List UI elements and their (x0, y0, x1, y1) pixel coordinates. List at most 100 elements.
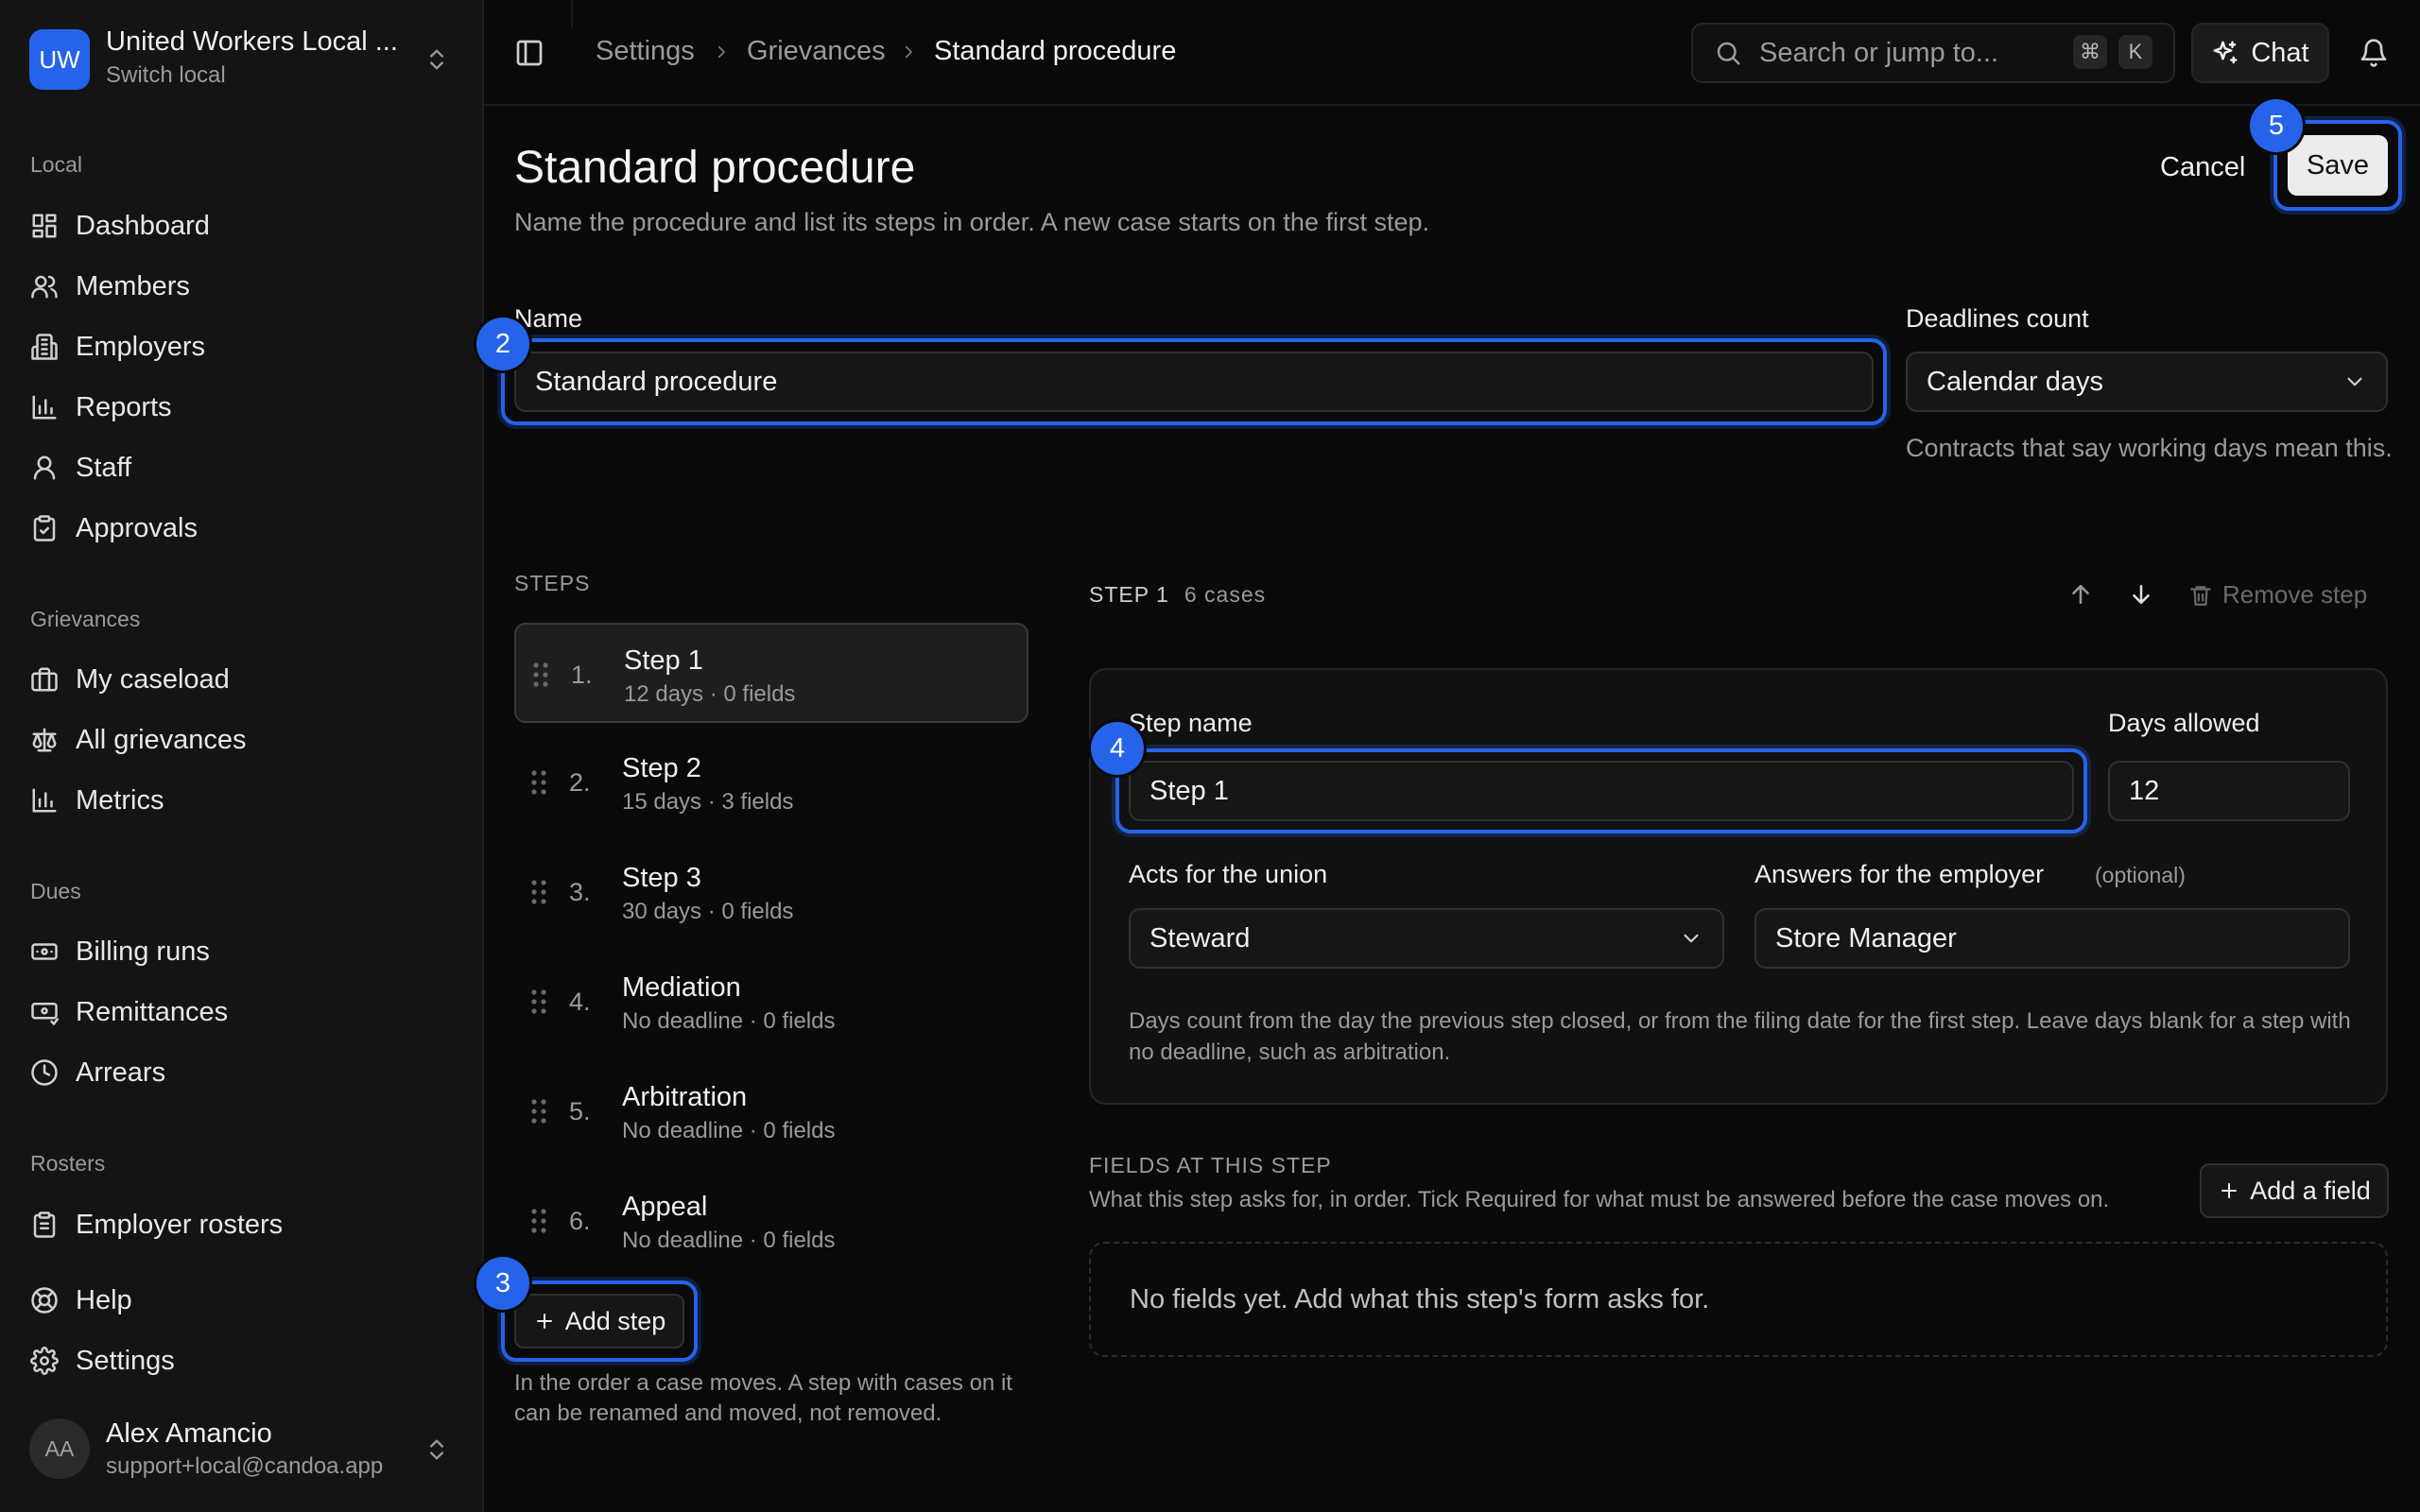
drag-handle-icon[interactable] (531, 661, 550, 689)
deadlines-hint: Contracts that say working days mean thi… (1906, 434, 2393, 462)
step-name: Arbitration (622, 1082, 748, 1112)
sidebar-item-metrics[interactable]: Metrics (30, 777, 456, 824)
sidebar-item-all-grievances[interactable]: All grievances (30, 716, 456, 764)
steps-note: In the order a case moves. A step with c… (514, 1370, 1012, 1426)
drag-handle-icon[interactable] (529, 988, 548, 1016)
acts-for-union-select[interactable]: Steward (1129, 908, 1724, 969)
sidebar-item-label: Metrics (76, 784, 164, 816)
lifebuoy-icon (30, 1286, 59, 1314)
nav-section-rosters: Rosters (30, 1151, 106, 1176)
trash-icon (2188, 582, 2213, 609)
step-detail-label: STEP 1 (1089, 582, 1169, 607)
topbar-separator (571, 0, 573, 28)
sparkles-icon (2211, 39, 2239, 67)
user-icon (30, 454, 59, 482)
move-up-icon[interactable] (2066, 580, 2095, 609)
step-number: 4. (569, 988, 591, 1016)
sidebar-item-help[interactable]: Help (30, 1277, 456, 1324)
org-name[interactable]: United Workers Local ... (106, 26, 398, 58)
bell-icon[interactable] (2359, 37, 2389, 69)
drag-handle-icon[interactable] (529, 768, 548, 797)
search-icon (1714, 39, 1742, 67)
step-meta: No deadline · 0 fields (622, 1118, 836, 1143)
step-name-label: Step name (1129, 709, 1253, 737)
acts-for-union-value: Steward (1150, 922, 1251, 954)
sidebar-item-employers[interactable]: Employers (30, 323, 456, 370)
cancel-button[interactable]: Cancel (2141, 142, 2264, 193)
sidebar-item-label: Employer rosters (76, 1209, 284, 1240)
sidebar-toggle-icon[interactable] (514, 38, 544, 68)
procedure-name-input[interactable]: Standard procedure (514, 352, 1874, 412)
step-list-item-5[interactable]: 5. Arbitration No deadline · 0 fields (514, 1061, 1028, 1161)
step-number: 3. (569, 878, 591, 906)
step-meta: 15 days · 3 fields (622, 789, 794, 815)
add-step-button[interactable]: Add step (514, 1294, 684, 1349)
step-marker-2: 2 (476, 318, 529, 370)
step-list-item-6[interactable]: 6. Appeal No deadline · 0 fields (514, 1171, 1028, 1271)
step-name: Step 1 (624, 645, 703, 676)
step-name-input[interactable]: Step 1 (1129, 761, 2074, 821)
sidebar-item-label: My caseload (76, 663, 230, 695)
page-description: Name the procedure and list its steps in… (514, 208, 1429, 236)
sidebar-item-label: Members (76, 270, 190, 301)
sidebar-item-label: Settings (76, 1345, 175, 1376)
sidebar-item-members[interactable]: Members (30, 263, 456, 310)
clock-icon (30, 1058, 59, 1087)
step-list-item-2[interactable]: 2. Step 2 15 days · 3 fields (514, 732, 1028, 833)
step-name: Mediation (622, 972, 741, 1003)
breadcrumb-settings[interactable]: Settings (596, 36, 695, 67)
drag-handle-icon[interactable] (529, 1207, 548, 1235)
org-switcher-chevrons-icon[interactable] (424, 44, 450, 75)
sidebar-item-dashboard[interactable]: Dashboard (30, 202, 456, 249)
sidebar-item-label: Employers (76, 331, 205, 362)
sidebar-item-approvals[interactable]: Approvals (30, 505, 456, 552)
fields-heading: FIELDS AT THIS STEP (1089, 1153, 1332, 1177)
user-name[interactable]: Alex Amancio (106, 1418, 272, 1450)
chat-button[interactable]: Chat (2191, 23, 2329, 83)
deadlines-value: Calendar days (1927, 366, 2103, 397)
deadlines-select[interactable]: Calendar days (1906, 352, 2388, 412)
answers-for-employer-value: Store Manager (1775, 922, 1957, 954)
answers-for-employer-input[interactable]: Store Manager (1754, 908, 2350, 969)
step-list-item-3[interactable]: 3. Step 3 30 days · 0 fields (514, 842, 1028, 942)
sidebar-item-label: Remittances (76, 996, 229, 1027)
sidebar-item-label: Help (76, 1284, 132, 1315)
step-list-item-4[interactable]: 4. Mediation No deadline · 0 fields (514, 952, 1028, 1052)
sidebar-item-my-caseload[interactable]: My caseload (30, 656, 456, 703)
fields-empty-text: No fields yet. Add what this step's form… (1130, 1283, 1710, 1314)
sidebar-item-settings[interactable]: Settings (30, 1337, 456, 1384)
add-field-button[interactable]: Add a field (2200, 1163, 2389, 1218)
step-list-item-1[interactable]: 1. Step 1 12 days · 0 fields (514, 623, 1028, 723)
user-avatar[interactable]: AA (29, 1418, 90, 1479)
sidebar-item-label: Billing runs (76, 936, 210, 967)
sidebar-item-remittances[interactable]: Remittances (30, 988, 456, 1036)
days-allowed-label: Days allowed (2108, 709, 2260, 737)
deadlines-label: Deadlines count (1906, 304, 2089, 333)
step-name: Appeal (622, 1192, 708, 1222)
save-button[interactable]: Save (2288, 135, 2388, 196)
sidebar-item-label: Dashboard (76, 210, 210, 241)
breadcrumb-grievances[interactable]: Grievances (747, 36, 886, 67)
breadcrumb-current: Standard procedure (934, 36, 1177, 66)
drag-handle-icon[interactable] (529, 878, 548, 906)
user-menu-chevrons-icon[interactable] (424, 1435, 450, 1465)
nav-section-dues: Dues (30, 879, 81, 903)
org-avatar[interactable]: UW (29, 29, 90, 90)
move-down-icon[interactable] (2127, 580, 2155, 609)
remove-step-button[interactable]: Remove step (2188, 580, 2367, 610)
sidebar-item-employer-rosters[interactable]: Employer rosters (30, 1201, 456, 1248)
scale-icon (30, 726, 59, 754)
step-meta: No deadline · 0 fields (622, 1228, 836, 1253)
sidebar-item-reports[interactable]: Reports (30, 384, 456, 431)
sidebar-item-billing-runs[interactable]: Billing runs (30, 928, 456, 975)
days-allowed-input[interactable]: 12 (2108, 761, 2350, 821)
steps-heading: STEPS (514, 571, 591, 595)
drag-handle-icon[interactable] (529, 1097, 548, 1125)
building-icon (30, 333, 59, 361)
step-meta: 12 days · 0 fields (624, 681, 796, 707)
add-step-label: Add step (564, 1306, 666, 1335)
switch-local-label[interactable]: Switch local (106, 62, 226, 89)
sidebar-item-staff[interactable]: Staff (30, 444, 456, 491)
sidebar-item-arrears[interactable]: Arrears (30, 1049, 456, 1096)
gear-icon (30, 1347, 59, 1375)
